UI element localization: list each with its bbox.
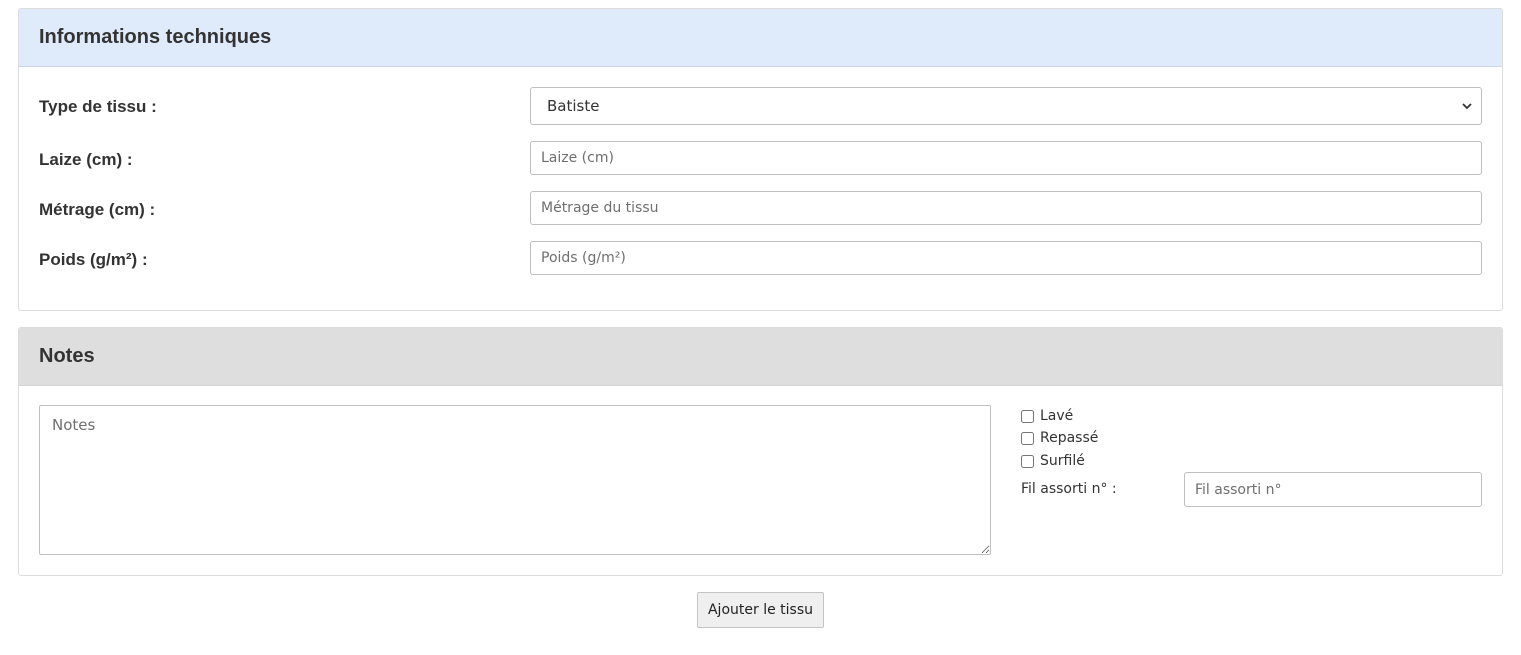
poids-input[interactable] xyxy=(530,241,1482,275)
overlocked-label: Surfilé xyxy=(1040,453,1085,469)
fabric-type-select[interactable]: Batiste xyxy=(530,87,1482,125)
fabric-type-row: Type de tissu : Batiste xyxy=(19,87,1502,125)
fabric-type-selected-value: Batiste xyxy=(547,97,600,115)
overlocked-checkbox-row[interactable]: Surfilé xyxy=(1021,453,1085,469)
ironed-checkbox-row[interactable]: Repassé xyxy=(1021,430,1098,446)
washed-checkbox-row[interactable]: Lavé xyxy=(1021,408,1073,424)
laize-label: Laize (cm) : xyxy=(39,150,133,169)
notes-textarea[interactable] xyxy=(39,405,991,555)
washed-checkbox[interactable] xyxy=(1021,409,1034,423)
poids-label: Poids (g/m²) : xyxy=(39,250,148,269)
laize-row: Laize (cm) : xyxy=(19,141,1502,175)
metrage-row: Métrage (cm) : xyxy=(19,191,1502,225)
technical-info-panel: Informations techniques Type de tissu : … xyxy=(18,8,1503,311)
thread-number-label: Fil assorti n° : xyxy=(1021,481,1117,497)
technical-info-heading: Informations techniques xyxy=(19,9,1502,67)
laize-input[interactable] xyxy=(530,141,1482,175)
add-fabric-button[interactable]: Ajouter le tissu xyxy=(697,592,824,628)
notes-panel: Notes Lavé Repassé Surfilé Fil assorti n… xyxy=(18,327,1503,576)
thread-number-input[interactable] xyxy=(1184,472,1482,507)
ironed-label: Repassé xyxy=(1040,430,1099,446)
poids-row: Poids (g/m²) : xyxy=(19,241,1502,275)
ironed-checkbox[interactable] xyxy=(1021,431,1034,445)
washed-label: Lavé xyxy=(1040,408,1074,424)
overlocked-checkbox[interactable] xyxy=(1021,454,1034,468)
fabric-type-label: Type de tissu : xyxy=(39,97,157,116)
chevron-down-icon xyxy=(1462,103,1472,110)
metrage-label: Métrage (cm) : xyxy=(39,200,156,219)
notes-heading: Notes xyxy=(19,328,1502,386)
metrage-input[interactable] xyxy=(530,191,1482,225)
